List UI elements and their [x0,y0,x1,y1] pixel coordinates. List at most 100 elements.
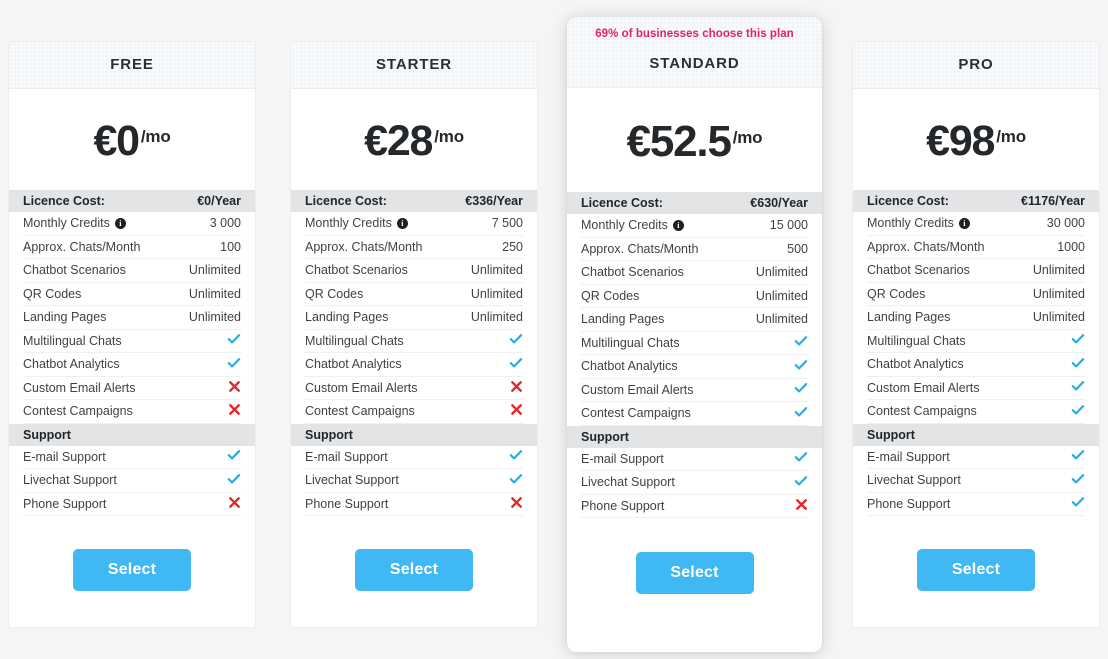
pricing-table: FREE €0/mo Licence Cost: €0/Year Monthly Cre… [0,0,1108,659]
feature-row: Livechat Support [867,469,1085,493]
feature-section-header: Support [567,425,822,448]
feature-list: Licence Cost: €1176/Year Monthly Credits i 3… [853,190,1099,516]
info-icon[interactable]: i [396,217,408,229]
feature-label-text: Phone Support [305,496,389,511]
feature-label-text: Phone Support [23,496,107,511]
feature-label: Livechat Support [23,473,117,487]
feature-label-text: Monthly Credits [305,216,392,231]
feature-label: Phone Support [305,497,388,511]
feature-label-text: Phone Support [581,498,665,513]
cta-zone: Select [567,518,822,652]
select-button[interactable]: Select [917,549,1035,591]
feature-label-text: QR Codes [867,286,926,301]
feature-value [794,334,808,351]
feature-row: Contest Campaigns [305,400,523,424]
feature-value: 7 500 [491,216,523,231]
feature-label: Custom Email Alerts [23,381,136,395]
feature-label-text: Monthly Credits [581,218,668,233]
check-icon [227,332,241,346]
feature-row: E-mail Support [23,446,241,469]
check-icon [794,450,808,464]
feature-section-header: Support [291,423,537,446]
feature-label: Monthly Credits i [581,218,684,232]
feature-label: QR Codes [305,287,363,301]
select-button[interactable]: Select [355,549,473,591]
feature-label-text: Approx. Chats/Month [23,239,141,254]
feature-value: €0/Year [197,194,241,208]
feature-label-text: Support [867,427,915,442]
feature-value: Unlimited [470,263,523,278]
feature-row: Multilingual Chats [581,332,808,355]
feature-label: QR Codes [581,289,639,303]
feature-label-text: Support [581,429,629,444]
feature-label-text: Chatbot Analytics [23,357,120,372]
pricing-card-free: FREE €0/mo Licence Cost: €0/Year Monthly Cre… [8,41,256,628]
feature-row: QR Codes Unlimited [581,285,808,308]
feature-label-text: Approx. Chats/Month [305,239,423,254]
feature-label-text: Multilingual Chats [23,333,122,348]
feature-row: Phone Support [581,495,808,518]
feature-value [1071,495,1085,512]
feature-label: Multilingual Chats [305,334,404,348]
feature-row: Custom Email Alerts [581,379,808,402]
feature-row: Approx. Chats/Month 1000 [867,236,1085,259]
feature-label: Chatbot Scenarios [581,265,684,279]
feature-label: Contest Campaigns [23,404,133,418]
feature-label-text: Contest Campaigns [581,406,691,421]
feature-label: Licence Cost: [867,194,949,208]
feature-label: Chatbot Analytics [581,359,678,373]
feature-label-text: Livechat Support [867,473,961,488]
check-icon [1071,448,1085,462]
cta-zone: Select [291,516,537,627]
feature-label: Licence Cost: [305,194,387,208]
feature-value: 3 000 [209,216,241,231]
price-block: €0/mo [9,89,255,190]
info-icon[interactable]: i [672,219,684,231]
feature-row: Landing Pages Unlimited [305,306,523,330]
select-button[interactable]: Select [73,549,191,591]
feature-label-text: Landing Pages [867,310,951,325]
feature-label: Phone Support [23,497,106,511]
feature-row: Livechat Support [23,469,241,493]
check-icon [227,472,241,486]
feature-label-text: Contest Campaigns [23,404,133,419]
price-period: /mo [996,127,1026,146]
feature-list: Licence Cost: €630/Year Monthly Credits i 15… [567,192,822,518]
feature-row: E-mail Support [581,448,808,471]
feature-label-text: QR Codes [581,288,640,303]
feature-label-text: Contest Campaigns [305,404,415,419]
feature-label-text: Chatbot Scenarios [867,263,970,278]
select-button[interactable]: Select [635,552,754,594]
feature-value [1071,403,1085,420]
price-amount: €0 [93,117,140,165]
feature-row: Contest Campaigns [867,400,1085,424]
feature-value [227,472,241,489]
feature-label-text: Multilingual Chats [581,335,680,350]
feature-label: Livechat Support [305,473,399,487]
feature-label-text: Chatbot Analytics [867,357,964,372]
feature-value: Unlimited [1032,263,1085,278]
feature-value [509,448,523,465]
feature-row: Chatbot Scenarios Unlimited [867,259,1085,283]
feature-label: Approx. Chats/Month [23,240,140,254]
feature-label: E-mail Support [305,450,388,464]
feature-value: Unlimited [188,286,241,301]
feature-value: Unlimited [470,286,523,301]
feature-label-text: Custom Email Alerts [23,380,136,395]
plan-name: FREE [110,56,154,73]
feature-value: 15 000 [769,218,808,233]
info-icon[interactable]: i [958,217,970,229]
feature-section-header: Support [9,423,255,446]
feature-label-text: Landing Pages [305,310,389,325]
feature-label: Phone Support [581,499,664,513]
feature-label-text: E-mail Support [305,449,388,464]
price-block: €28/mo [291,89,537,190]
popular-plan-badge: 69% of businesses choose this plan [595,28,794,40]
feature-label: E-mail Support [23,450,106,464]
feature-value: Unlimited [755,312,808,327]
feature-label-text: Phone Support [867,496,951,511]
feature-label-text: Chatbot Scenarios [23,263,126,278]
info-icon[interactable]: i [114,217,126,229]
cross-icon [228,496,241,509]
feature-row: Contest Campaigns [581,402,808,426]
